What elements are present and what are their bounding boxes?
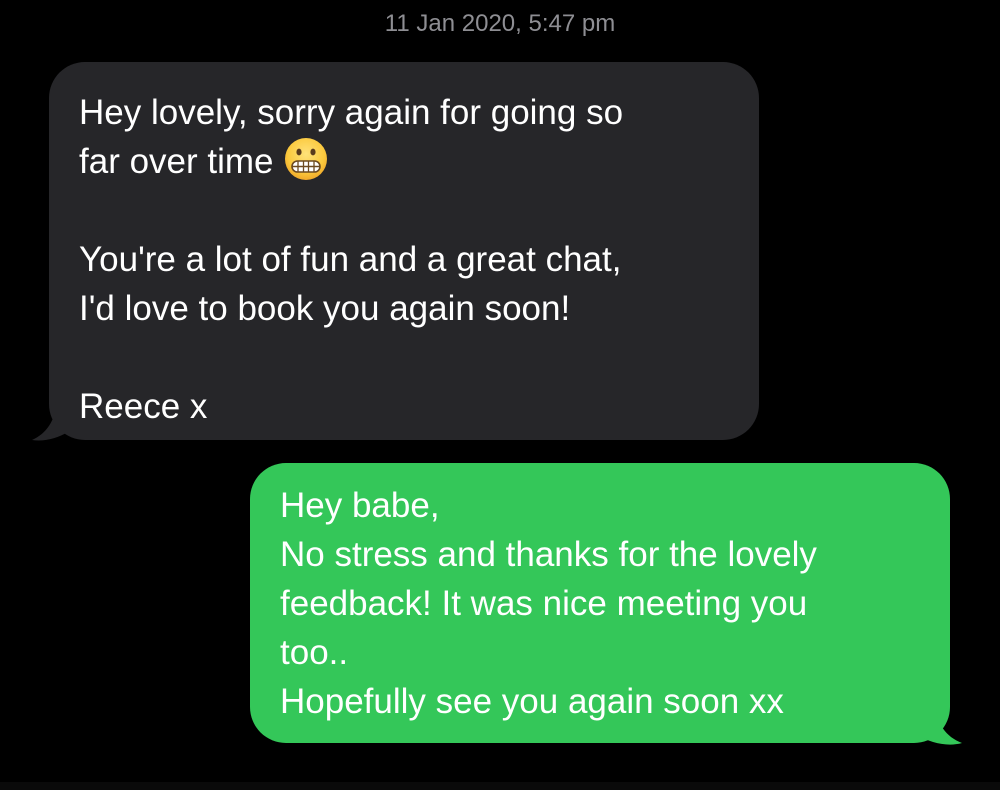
message-line-with-emoji: far over time: [79, 137, 729, 186]
sent-bubble-tail: [912, 705, 962, 745]
message-timestamp: 11 Jan 2020, 5:47 pm: [384, 10, 616, 37]
message-line: You're a lot of fun and a great chat,: [79, 240, 622, 279]
received-message-bubble[interactable]: Hey lovely, sorry again for going so far…: [49, 62, 759, 440]
message-line: Hopefully see you again soon xx: [280, 682, 784, 721]
message-line: Hey lovely, sorry again for going so: [79, 93, 624, 132]
grimacing-face-emoji-icon: [284, 138, 327, 180]
message-line: No stress and thanks for the lovely: [280, 535, 817, 574]
message-line: Hey babe,: [280, 486, 440, 525]
message-line: feedback! It was nice meeting you: [280, 584, 808, 623]
message-signature: Reece x: [79, 387, 208, 426]
received-bubble-tail: [32, 402, 68, 441]
message-line: too..: [280, 633, 349, 672]
bottom-edge: [0, 782, 1000, 790]
message-line: I'd love to book you again soon!: [79, 289, 571, 328]
sent-message-bubble[interactable]: Hey babe, No stress and thanks for the l…: [250, 463, 950, 743]
message-line-text: far over time: [79, 142, 274, 181]
